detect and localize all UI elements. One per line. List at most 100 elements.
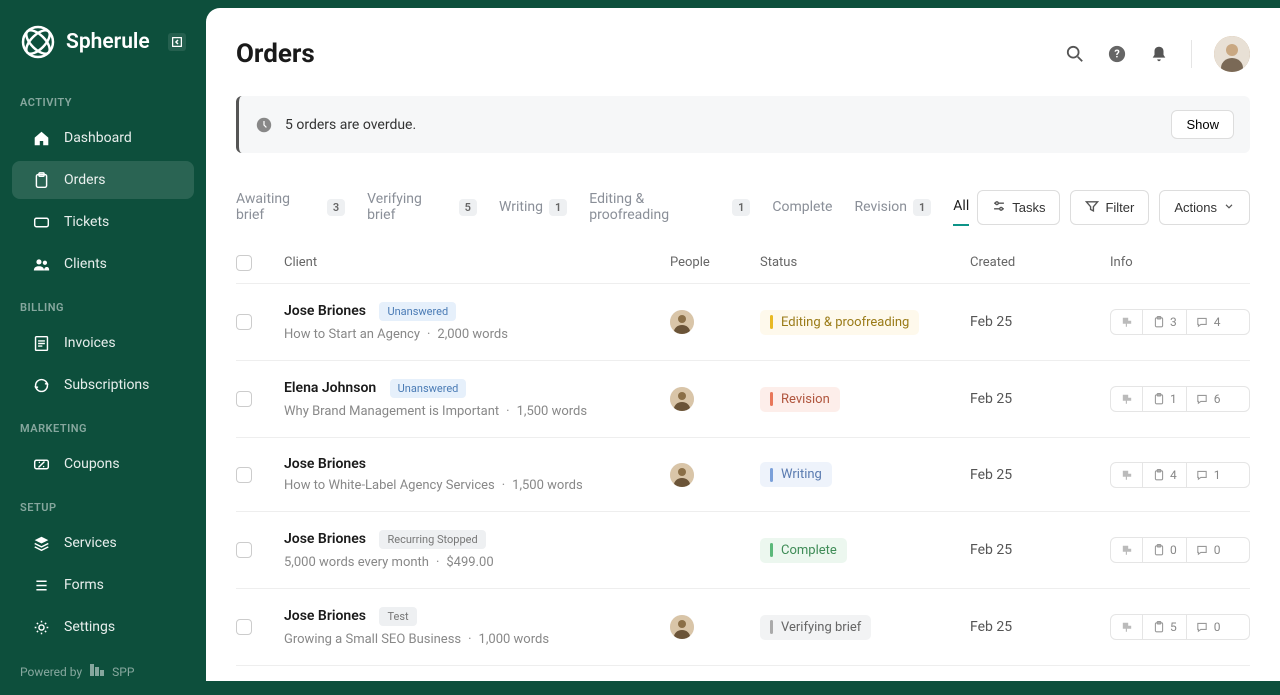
nav-orders[interactable]: Orders (12, 161, 194, 199)
tab-revision[interactable]: Revision 1 (854, 189, 931, 226)
table-row[interactable]: Jose Briones Test Growing a Small SEO Bu… (236, 589, 1250, 666)
client-name: Jose Briones (284, 456, 366, 472)
nav-invoices[interactable]: Invoices (12, 324, 194, 362)
tab-all[interactable]: All (953, 188, 969, 226)
nav-services[interactable]: Services (12, 524, 194, 562)
select-all-checkbox[interactable] (236, 255, 252, 271)
user-avatar[interactable] (1214, 36, 1250, 72)
table-row[interactable]: Jose Briones Test Scaling a Marketing Ag… (236, 666, 1250, 681)
nav-settings[interactable]: Settings (12, 608, 194, 646)
comments-count[interactable]: 6 (1186, 387, 1230, 411)
table-row[interactable]: Jose Briones Recurring Stopped 5,000 wor… (236, 512, 1250, 589)
row-checkbox[interactable] (236, 542, 252, 558)
tasks-count[interactable]: 3 (1142, 310, 1186, 334)
table-row[interactable]: Elena Johnson Unanswered Why Brand Manag… (236, 361, 1250, 438)
tab-verifying-brief[interactable]: Verifying brief 5 (367, 181, 477, 233)
search-icon[interactable] (1065, 44, 1085, 64)
collapse-sidebar-icon[interactable] (168, 33, 186, 51)
header: Orders ? (236, 36, 1250, 72)
clipboard-small-icon (1152, 544, 1165, 557)
col-created[interactable]: Created (970, 255, 1110, 271)
col-status[interactable]: Status (760, 255, 970, 271)
brand-logo-icon (20, 24, 56, 60)
button-label: Tasks (1012, 200, 1045, 215)
client-name: Jose Briones (284, 608, 366, 624)
nav-subscriptions[interactable]: Subscriptions (12, 366, 194, 404)
table-row[interactable]: Jose Briones How to White-Label Agency S… (236, 438, 1250, 512)
nav-forms[interactable]: Forms (12, 566, 194, 604)
actions-button[interactable]: Actions (1159, 190, 1250, 225)
help-icon[interactable]: ? (1107, 44, 1127, 64)
list-icon (32, 576, 50, 594)
button-label: Actions (1174, 200, 1217, 215)
client-badge: Recurring Stopped (379, 530, 485, 549)
paint-indicator[interactable] (1111, 538, 1142, 562)
client-name: Jose Briones (284, 303, 366, 319)
row-checkbox[interactable] (236, 391, 252, 407)
nav-label: Subscriptions (64, 377, 149, 393)
nav-label: Coupons (64, 456, 120, 472)
comments-count[interactable]: 4 (1186, 310, 1230, 334)
toolbar-actions: Tasks Filter Actions (977, 190, 1250, 225)
assignee-avatar[interactable] (670, 463, 694, 487)
tab-label: Revision (854, 199, 907, 215)
paint-icon (1120, 621, 1133, 634)
client-badge: Test (379, 607, 416, 626)
col-people[interactable]: People (670, 255, 760, 271)
tasks-count[interactable]: 5 (1142, 615, 1186, 639)
brand: Spherule (0, 24, 206, 80)
filter-button[interactable]: Filter (1070, 190, 1149, 225)
client-subline: 5,000 words every month·$499.00 (284, 555, 670, 570)
clipboard-small-icon (1152, 316, 1165, 329)
comments-count[interactable]: 1 (1186, 463, 1230, 487)
comments-count[interactable]: 0 (1186, 615, 1230, 639)
col-client[interactable]: Client (284, 255, 670, 271)
chevron-down-icon (1223, 200, 1235, 215)
tasks-count[interactable]: 4 (1142, 463, 1186, 487)
paint-indicator[interactable] (1111, 463, 1142, 487)
tab-label: Awaiting brief (236, 191, 321, 223)
client-name: Jose Briones (284, 531, 366, 547)
nav-dashboard[interactable]: Dashboard (12, 119, 194, 157)
gear-icon (32, 618, 50, 636)
client-subline: How to Start an Agency·2,000 words (284, 327, 670, 342)
paint-indicator[interactable] (1111, 387, 1142, 411)
comments-count[interactable]: 0 (1186, 538, 1230, 562)
tasks-button[interactable]: Tasks (977, 190, 1060, 225)
tab-complete[interactable]: Complete (772, 189, 832, 225)
nav-label: Forms (64, 577, 104, 593)
paint-icon (1120, 316, 1133, 329)
tab-count: 1 (732, 199, 750, 216)
refresh-icon (32, 376, 50, 394)
row-checkbox[interactable] (236, 467, 252, 483)
tab-count: 1 (549, 199, 567, 216)
nav-tickets[interactable]: Tickets (12, 203, 194, 241)
percent-icon (32, 455, 50, 473)
tab-awaiting-brief[interactable]: Awaiting brief 3 (236, 181, 345, 233)
col-info[interactable]: Info (1110, 255, 1250, 271)
assignee-avatar[interactable] (670, 310, 694, 334)
clock-icon (255, 116, 273, 134)
sidebar: Spherule ACTIVITY Dashboard Orders Ticke… (0, 0, 206, 681)
tasks-count[interactable]: 1 (1142, 387, 1186, 411)
row-checkbox[interactable] (236, 619, 252, 635)
assignee-avatar[interactable] (670, 387, 694, 411)
assignee-avatar[interactable] (670, 615, 694, 639)
nav-clients[interactable]: Clients (12, 245, 194, 283)
tab-writing[interactable]: Writing 1 (499, 189, 567, 226)
tab-editing[interactable]: Editing & proofreading 1 (589, 181, 750, 233)
row-checkbox[interactable] (236, 314, 252, 330)
paint-indicator[interactable] (1111, 310, 1142, 334)
show-overdue-button[interactable]: Show (1171, 110, 1234, 139)
sliders-icon (992, 199, 1006, 216)
users-icon (32, 255, 50, 273)
nav-label: Settings (64, 619, 115, 635)
bell-icon[interactable] (1149, 44, 1169, 64)
nav-coupons[interactable]: Coupons (12, 445, 194, 483)
tasks-count[interactable]: 0 (1142, 538, 1186, 562)
page-title: Orders (236, 39, 315, 69)
table-row[interactable]: Jose Briones Unanswered How to Start an … (236, 284, 1250, 361)
overdue-alert: 5 orders are overdue. Show (236, 96, 1250, 153)
status-badge: Editing & proofreading (760, 310, 919, 335)
paint-indicator[interactable] (1111, 615, 1142, 639)
